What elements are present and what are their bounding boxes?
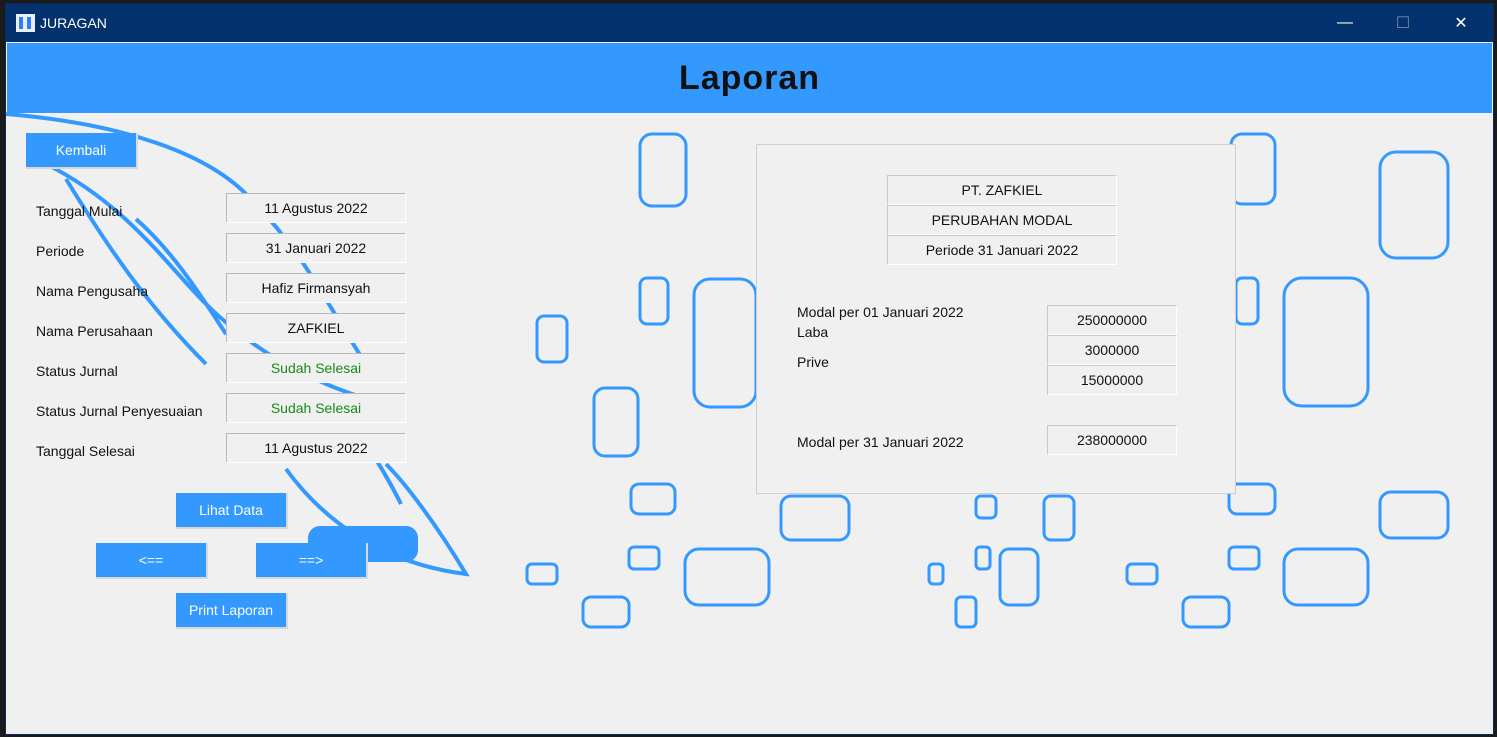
profit-value: 3000000 [1047, 335, 1177, 365]
report-panel: PT. ZAFKIEL PERUBAHAN MODAL Periode 31 J… [756, 144, 1236, 494]
start-date-label: Tanggal Mulai [36, 203, 123, 219]
report-period: Periode 31 Januari 2022 [887, 235, 1117, 265]
view-data-button[interactable]: Lihat Data [176, 493, 288, 529]
adjusting-status-field: Sudah Selesai [226, 393, 406, 423]
print-report-button[interactable]: Print Laporan [176, 593, 288, 629]
end-date-label: Tanggal Selesai [36, 443, 135, 459]
end-date-field: 11 Agustus 2022 [226, 433, 406, 463]
report-company: PT. ZAFKIEL [887, 175, 1117, 205]
start-date-field: 11 Agustus 2022 [226, 193, 406, 223]
closing-capital-value: 238000000 [1047, 425, 1177, 455]
journal-status-label: Status Jurnal [36, 363, 118, 379]
period-label: Periode [36, 243, 85, 259]
previous-button[interactable]: <== [96, 543, 208, 579]
closing-capital-label: Modal per 31 Januari 2022 [797, 434, 964, 450]
journal-status-field: Sudah Selesai [226, 353, 406, 383]
app-window: JURAGAN — ☐ ✕ Laporan Kembali Tanggal Mu… [6, 4, 1493, 734]
owner-label: Nama Pengusaha [36, 283, 149, 299]
adjusting-status-label: Status Jurnal Penyesuaian [36, 403, 203, 419]
withdrawal-label: Prive [797, 354, 829, 370]
profit-label: Laba [797, 324, 829, 340]
company-label: Nama Perusahaan [36, 323, 153, 339]
opening-capital-value: 250000000 [1047, 305, 1177, 335]
company-field: ZAFKIEL [226, 313, 406, 343]
opening-capital-label: Modal per 01 Januari 2022 [797, 304, 964, 320]
owner-field: Hafiz Firmansyah [226, 273, 406, 303]
report-type: PERUBAHAN MODAL [887, 205, 1117, 235]
period-field: 31 Januari 2022 [226, 233, 406, 263]
withdrawal-value: 15000000 [1047, 365, 1177, 395]
next-button[interactable]: ==> [256, 543, 368, 579]
back-button[interactable]: Kembali [26, 133, 138, 169]
